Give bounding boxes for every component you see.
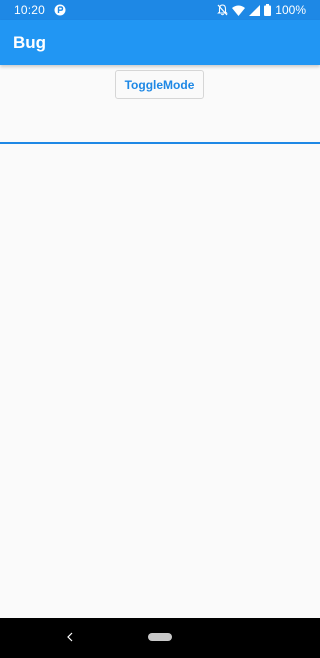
status-icons: 100% <box>217 3 306 17</box>
status-bar: 10:20 100% <box>0 0 320 20</box>
toggle-mode-button[interactable]: ToggleMode <box>115 70 204 99</box>
app-bar: Bug <box>0 20 320 65</box>
app-screen: 10:20 100% Bug ToggleMode <box>0 0 320 658</box>
notifications-off-icon <box>217 4 229 16</box>
battery-icon <box>264 4 272 16</box>
back-icon[interactable] <box>64 630 76 644</box>
battery-percent: 100% <box>275 3 306 17</box>
signal-icon <box>249 4 261 16</box>
status-time: 10:20 <box>14 3 46 17</box>
navigation-bar <box>0 618 320 658</box>
wifi-icon <box>232 5 246 16</box>
page-title: Bug <box>13 33 47 52</box>
text-field-underline[interactable] <box>0 142 320 144</box>
home-pill-icon[interactable] <box>148 633 172 641</box>
app-notification-icon <box>54 4 66 16</box>
